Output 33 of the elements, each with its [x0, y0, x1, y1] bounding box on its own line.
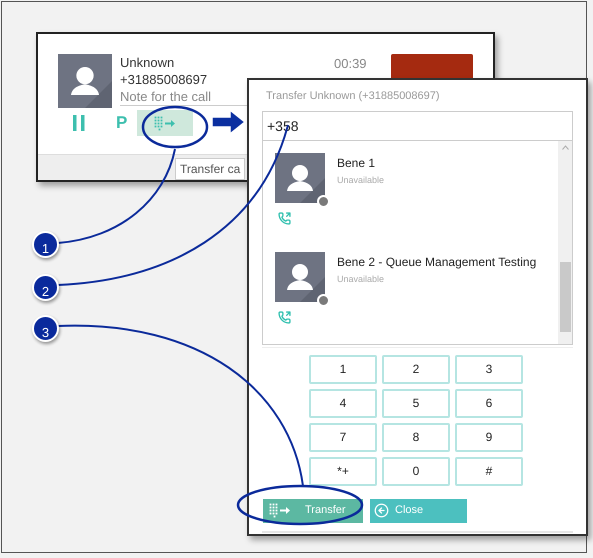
tooltip: Transfer ca [175, 158, 246, 180]
keypad-key[interactable]: 1 [309, 354, 377, 384]
keypad-key[interactable]: 7 [309, 422, 377, 452]
scrollbar[interactable] [558, 140, 572, 344]
keypad-key[interactable]: 2 [382, 354, 450, 384]
dialpad-transfer-icon [269, 503, 291, 518]
scrollbar-thumb[interactable] [560, 262, 570, 332]
keypad-key[interactable]: *+ [309, 456, 377, 486]
keypad-key[interactable]: 3 [455, 354, 523, 384]
keypad-key[interactable]: 9 [455, 422, 523, 452]
transfer-dialpad-button[interactable] [137, 110, 194, 136]
keypad-key[interactable]: 5 [382, 388, 450, 418]
keypad-key[interactable]: 4 [309, 388, 377, 418]
call-icon[interactable] [278, 212, 291, 224]
caller-name: Unknown [120, 54, 176, 71]
callout-badge: 3 [32, 315, 59, 342]
search-field[interactable]: +358 [262, 110, 573, 140]
pause-icon[interactable] [72, 115, 86, 131]
caller-number: +31885008697 [120, 71, 208, 88]
highlight-ellipse [142, 106, 208, 148]
callout-badge: 2 [32, 274, 59, 301]
callout-badge: 1 [32, 231, 59, 258]
contact-status: Unavailable [337, 272, 386, 286]
contact-status: Unavailable [337, 174, 384, 186]
dialpad-transfer-icon [154, 116, 176, 130]
scroll-up-icon[interactable] [562, 144, 568, 150]
keypad-key[interactable]: 6 [455, 388, 523, 418]
contact-name[interactable]: Bene 2 - Queue Management Testing [337, 252, 536, 270]
keypad-key[interactable]: # [455, 456, 523, 486]
call-icon[interactable] [278, 310, 291, 324]
contact-name[interactable]: Bene 1 [337, 154, 384, 172]
keypad-key[interactable]: 0 [382, 456, 450, 486]
keypad-key[interactable]: 8 [382, 422, 450, 452]
